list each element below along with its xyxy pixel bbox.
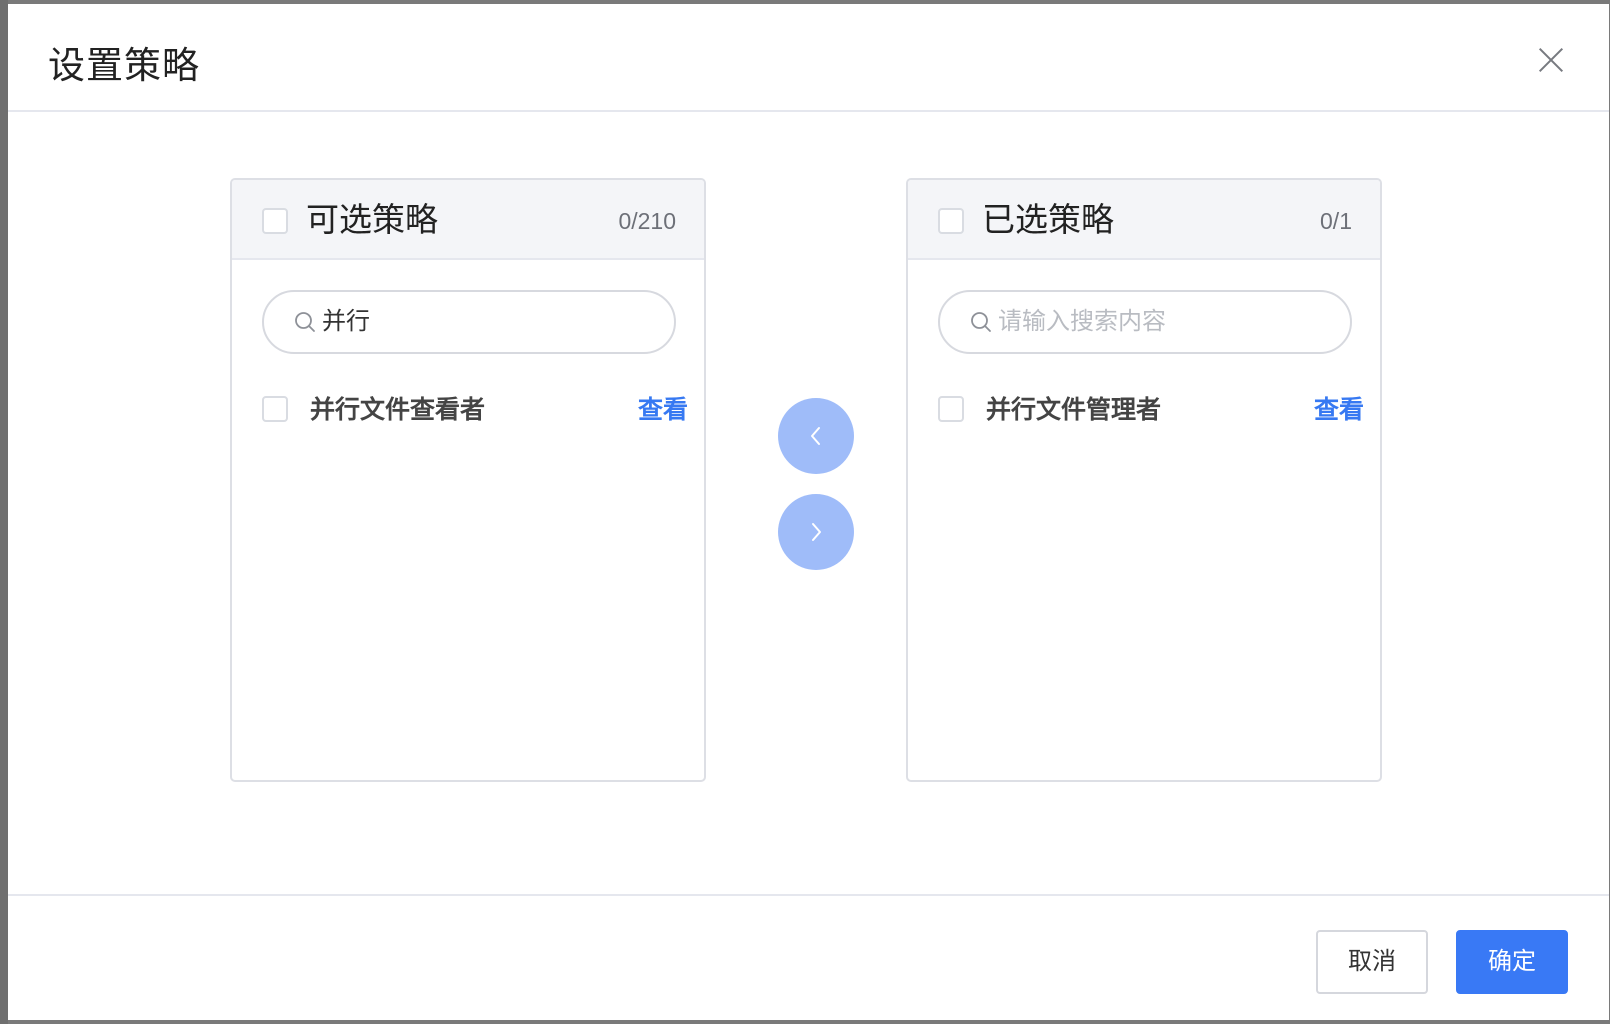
selected-item-view-link[interactable]: 查看 (1314, 392, 1364, 428)
selected-item-label: 并行文件管理者 (986, 396, 1162, 424)
available-list-item[interactable]: 并行文件查看者 查看 (262, 392, 688, 428)
available-count: 0/210 (618, 208, 676, 234)
selected-panel-title: 已选策略 (982, 201, 1114, 238)
selected-search-input[interactable] (998, 304, 1328, 340)
cancel-button[interactable]: 取消 (1316, 930, 1428, 994)
selected-item-checkbox[interactable] (938, 396, 964, 422)
move-right-button[interactable] (778, 494, 854, 570)
selected-list-item[interactable]: 并行文件管理者 查看 (938, 392, 1364, 428)
dialog-header: 设置策略 (8, 4, 1609, 112)
selected-strategies-panel: 已选策略 0/1 并行文件管理者 查看 (906, 178, 1382, 782)
available-panel-title: 可选策略 (306, 201, 438, 238)
available-strategies-panel: 可选策略 0/210 并行文件查看者 查看 (230, 178, 706, 782)
available-search-input[interactable] (322, 304, 652, 340)
selected-count: 0/1 (1320, 208, 1352, 234)
available-item-view-link[interactable]: 查看 (638, 392, 688, 428)
selected-panel-header: 已选策略 0/1 (908, 180, 1380, 260)
strategy-dialog: 设置策略 可选策略 0/210 并行文件查看者 查看 (8, 4, 1609, 1020)
available-select-all-checkbox[interactable] (262, 208, 288, 234)
selected-select-all-checkbox[interactable] (938, 208, 964, 234)
confirm-button[interactable]: 确定 (1456, 930, 1568, 994)
search-icon (971, 312, 991, 332)
close-icon[interactable] (1537, 46, 1565, 74)
dialog-title: 设置策略 (48, 45, 200, 86)
available-search-box[interactable] (262, 290, 676, 354)
selected-search-box[interactable] (938, 290, 1352, 354)
dialog-footer: 取消 确定 (8, 894, 1609, 1020)
available-item-checkbox[interactable] (262, 396, 288, 422)
chevron-left-icon (811, 427, 820, 445)
chevron-right-icon (812, 523, 821, 541)
available-panel-header: 可选策略 0/210 (232, 180, 704, 260)
available-item-label: 并行文件查看者 (310, 396, 486, 424)
move-left-button[interactable] (778, 398, 854, 474)
search-icon (295, 312, 315, 332)
modal-backdrop (0, 0, 8, 1024)
